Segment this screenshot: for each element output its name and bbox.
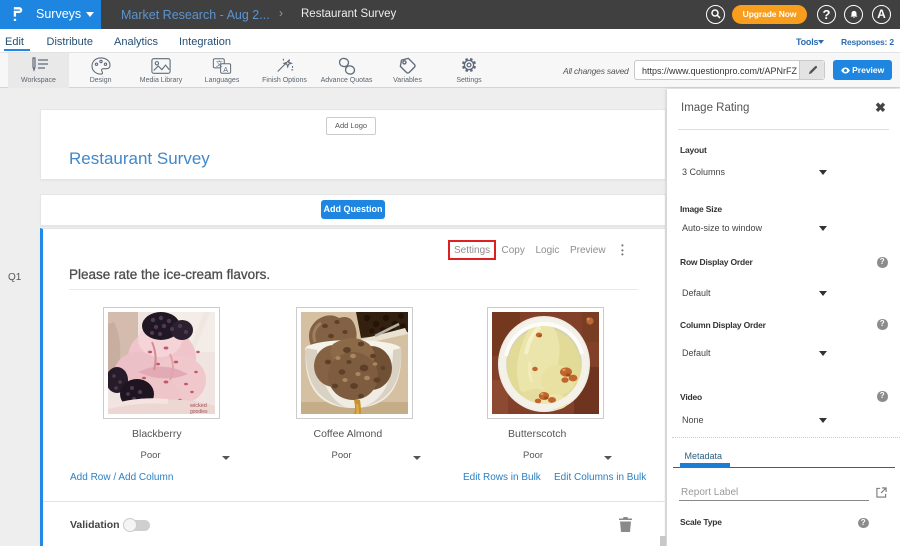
- svg-text:goodies: goodies: [190, 409, 208, 414]
- svg-text:A: A: [223, 65, 228, 74]
- svg-text:文: 文: [216, 59, 223, 68]
